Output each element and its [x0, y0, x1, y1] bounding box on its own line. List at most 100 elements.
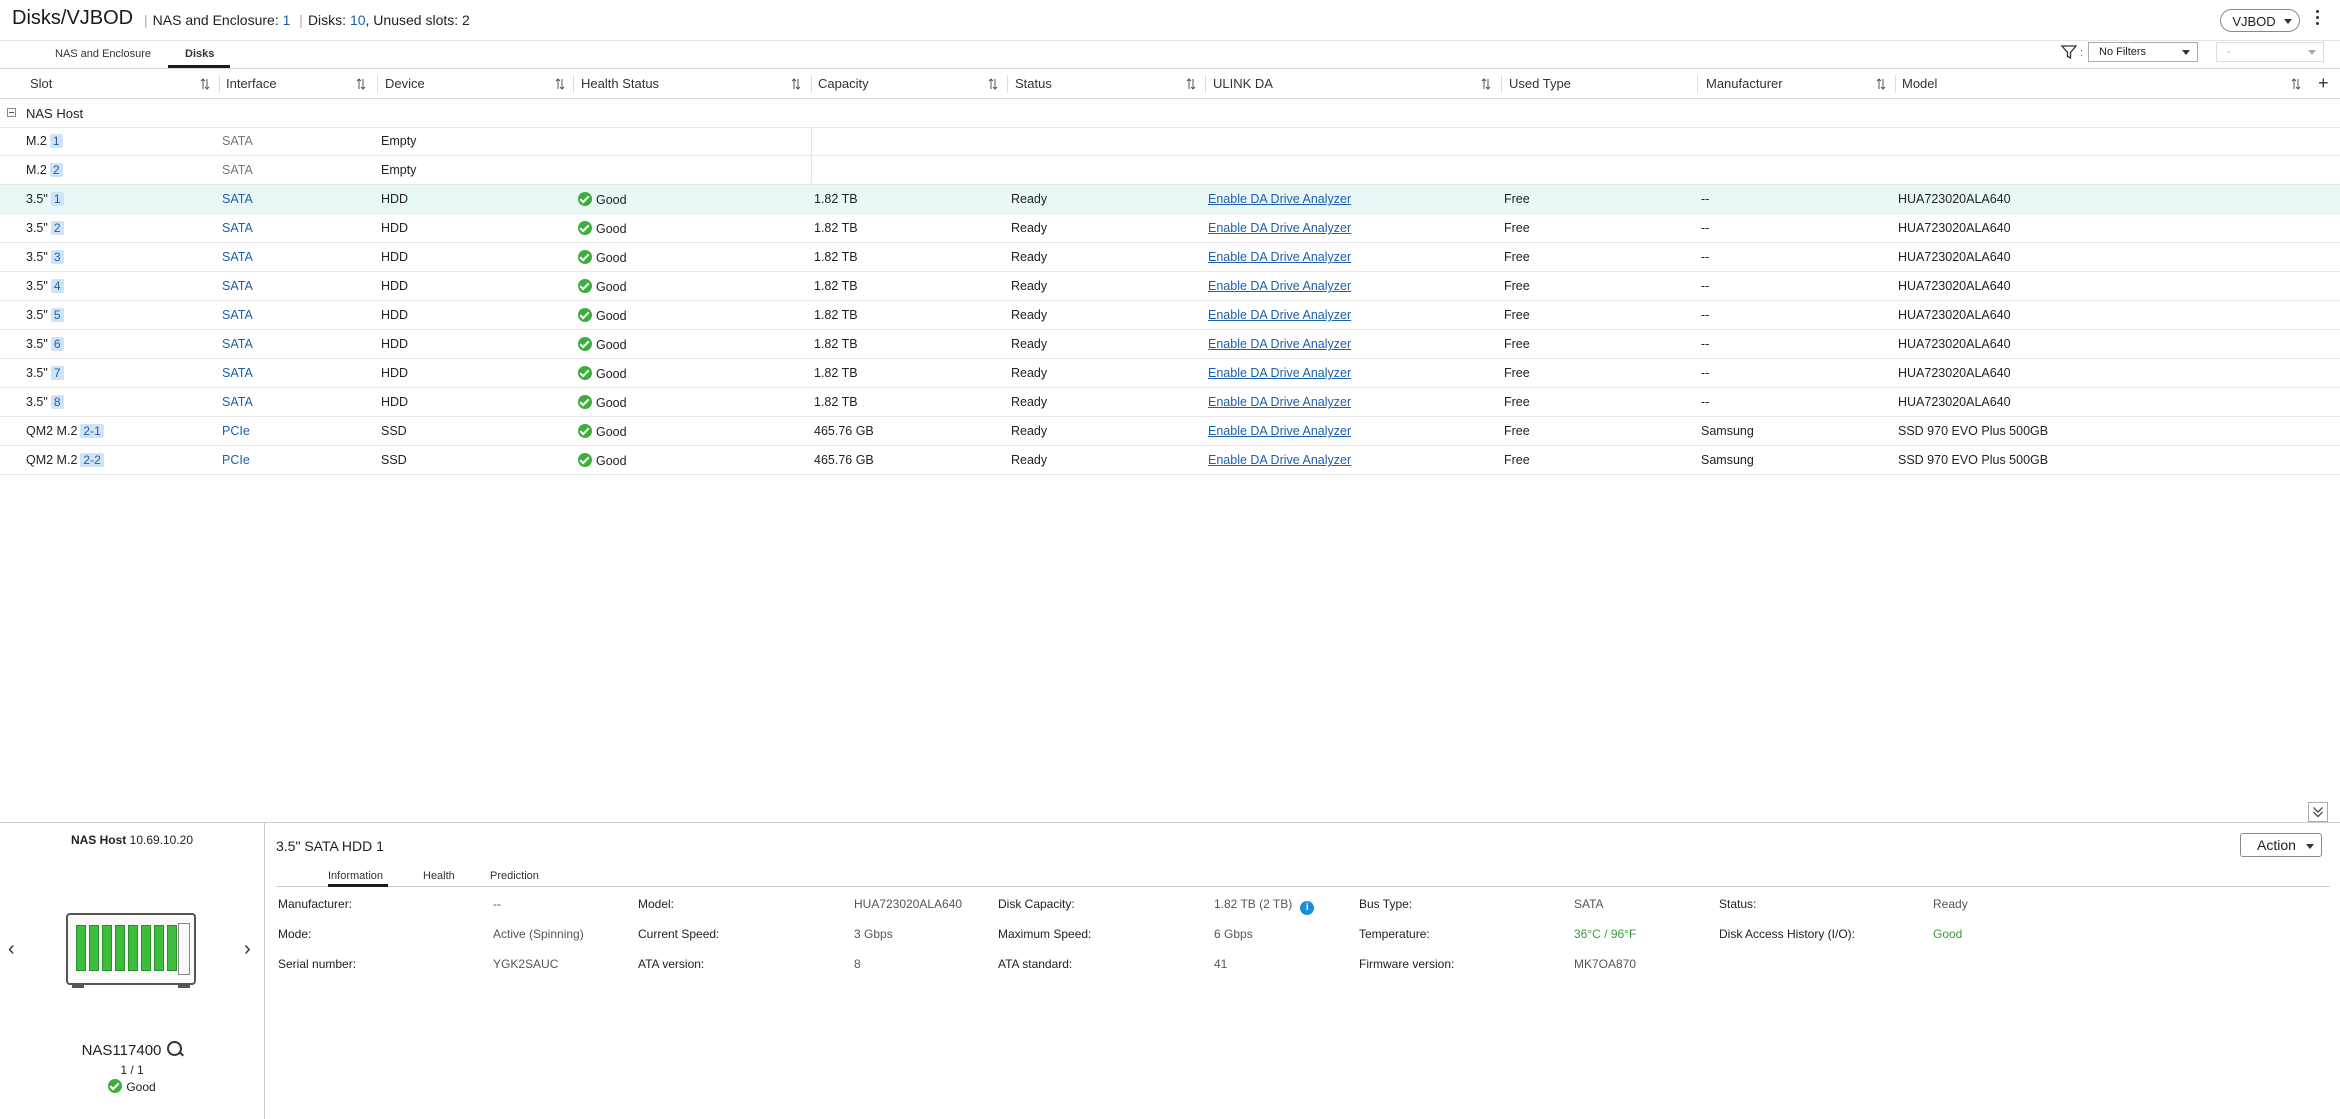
sort-icon[interactable] [1186, 78, 1196, 90]
enable-da-link[interactable]: Enable DA Drive Analyzer [1208, 279, 1351, 293]
drive-bay[interactable] [89, 925, 99, 971]
sort-icon[interactable] [1481, 78, 1491, 90]
detail-title: 3.5" SATA HDD 1 [276, 838, 384, 854]
health-cell: Good [578, 395, 627, 410]
device-foot [72, 984, 84, 988]
table-row[interactable]: 3.5" 6 SATA HDD Good 1.82 TB Ready Enable DA Dr… [0, 330, 2340, 359]
nas-device-image[interactable] [66, 913, 196, 988]
filter-icon[interactable] [2060, 43, 2078, 61]
info-icon[interactable]: i [1300, 901, 1315, 915]
sort-icon[interactable] [555, 78, 565, 90]
sort-icon[interactable] [2291, 78, 2301, 90]
table-row[interactable]: QM2 M.2 2-1 PCIe SSD Good 465.76 GB Ready Enabl… [0, 417, 2340, 446]
table-row[interactable]: 3.5" 4 SATA HDD Good 1.82 TB Ready Enable DA Dr… [0, 272, 2340, 301]
zoom-in-icon[interactable] [167, 1041, 183, 1056]
column-header-status[interactable]: Status [1015, 70, 1052, 98]
nas-name-label: NAS117400 [81, 1042, 162, 1059]
column-divider[interactable] [573, 75, 574, 93]
table-row[interactable]: 3.5" 2 SATA HDD Good 1.82 TB Ready Enable DA Dr… [0, 214, 2340, 243]
column-header-ulink-da[interactable]: ULINK DA [1213, 70, 1273, 98]
column-divider[interactable] [1697, 75, 1698, 93]
secondary-filter-dropdown[interactable]: - [2216, 42, 2324, 62]
enable-da-link[interactable]: Enable DA Drive Analyzer [1208, 366, 1351, 380]
tab-prediction[interactable]: Prediction [490, 870, 539, 882]
enable-da-link[interactable]: Enable DA Drive Analyzer [1208, 308, 1351, 322]
table-row[interactable]: 3.5" 1 SATA HDD Good 1.82 TB Ready Enable DA Dr… [0, 185, 2340, 214]
drive-bay[interactable] [154, 925, 164, 971]
table-row[interactable]: M.2 1 SATA Empty [0, 127, 2340, 156]
manufacturer-cell: Samsung [1701, 453, 1754, 467]
action-button[interactable]: Action [2240, 833, 2322, 857]
disks-count[interactable]: 10 [350, 12, 366, 28]
nas-status-label: Good [126, 1080, 156, 1094]
enable-da-link[interactable]: Enable DA Drive Analyzer [1208, 395, 1351, 409]
drive-bay[interactable] [128, 925, 138, 971]
nas-count[interactable]: 1 [283, 12, 291, 28]
column-header-capacity[interactable]: Capacity [818, 70, 869, 98]
enable-da-link[interactable]: Enable DA Drive Analyzer [1208, 250, 1351, 264]
column-divider[interactable] [219, 75, 220, 93]
capacity-cell: 1.82 TB [814, 192, 858, 206]
add-column-icon[interactable]: + [2318, 73, 2329, 94]
info-label: ATA standard: [998, 957, 1073, 971]
column-divider[interactable] [1205, 75, 1206, 93]
column-header-manufacturer[interactable]: Manufacturer [1706, 70, 1783, 98]
column-divider[interactable] [1501, 75, 1502, 93]
sort-icon[interactable] [356, 78, 366, 90]
enable-da-link[interactable]: Enable DA Drive Analyzer [1208, 192, 1351, 206]
slot-prefix: 3.5" [26, 366, 48, 380]
enable-da-link[interactable]: Enable DA Drive Analyzer [1208, 221, 1351, 235]
column-divider[interactable] [1895, 75, 1896, 93]
drive-bay[interactable] [167, 925, 177, 971]
health-cell: Good [578, 424, 627, 439]
table-row[interactable]: 3.5" 3 SATA HDD Good 1.82 TB Ready Enable DA Dr… [0, 243, 2340, 272]
model-cell: SSD 970 EVO Plus 500GB [1898, 453, 2049, 467]
drive-bay[interactable] [102, 925, 112, 971]
drive-bay[interactable] [141, 925, 151, 971]
enable-da-link[interactable]: Enable DA Drive Analyzer [1208, 337, 1351, 351]
sort-icon[interactable] [988, 78, 998, 90]
tab-health[interactable]: Health [423, 870, 455, 882]
slot-number-badge: 4 [50, 279, 64, 293]
column-divider[interactable] [377, 75, 378, 93]
unused-label: , Unused slots: [365, 12, 459, 28]
collapse-icon[interactable] [7, 108, 16, 117]
tab-nas-and-enclosure[interactable]: NAS and Enclosure [55, 48, 151, 60]
panel-divider[interactable] [0, 822, 2340, 823]
column-header-health-status[interactable]: Health Status [581, 70, 659, 98]
sort-icon[interactable] [1876, 78, 1886, 90]
chevron-left-icon[interactable]: ‹ [8, 938, 15, 961]
drive-bay[interactable] [115, 925, 125, 971]
column-header-used-type[interactable]: Used Type [1509, 70, 1571, 98]
info-value-text: 36°C / 96°F [1574, 927, 1637, 941]
tab-information[interactable]: Information [328, 870, 383, 882]
vjbod-label: VJBOD [2232, 14, 2276, 29]
filter-selected-value: No Filters [2099, 46, 2147, 58]
enable-da-link[interactable]: Enable DA Drive Analyzer [1208, 424, 1351, 438]
enable-da-link[interactable]: Enable DA Drive Analyzer [1208, 453, 1351, 467]
sort-icon[interactable] [791, 78, 801, 90]
sort-icon[interactable] [200, 78, 210, 90]
table-row[interactable]: 3.5" 5 SATA HDD Good 1.82 TB Ready Enable DA Dr… [0, 301, 2340, 330]
slot-prefix: 3.5" [26, 337, 48, 351]
interface-cell: SATA [222, 395, 253, 409]
device-cell: SSD [381, 424, 407, 438]
table-row[interactable]: M.2 2 SATA Empty [0, 156, 2340, 185]
column-header-model[interactable]: Model [1902, 70, 1937, 98]
column-header-device[interactable]: Device [385, 70, 425, 98]
drive-bay[interactable] [76, 925, 86, 971]
group-row-nas-host[interactable]: NAS Host [0, 99, 2340, 128]
table-row[interactable]: 3.5" 7 SATA HDD Good 1.82 TB Ready Enable DA Dr… [0, 359, 2340, 388]
filter-dropdown[interactable]: No Filters [2088, 42, 2198, 62]
table-row[interactable]: 3.5" 8 SATA HDD Good 1.82 TB Ready Enable DA Dr… [0, 388, 2340, 417]
table-row[interactable]: QM2 M.2 2-2 PCIe SSD Good 465.76 GB Ready Enabl… [0, 446, 2340, 475]
vjbod-dropdown-button[interactable]: VJBOD [2220, 9, 2300, 32]
column-header-slot[interactable]: Slot [30, 70, 52, 98]
collapse-panel-icon[interactable] [2308, 802, 2328, 822]
tab-disks[interactable]: Disks [185, 48, 214, 60]
chevron-right-icon[interactable]: › [244, 938, 251, 961]
more-options-icon[interactable] [2316, 10, 2320, 28]
column-header-interface[interactable]: Interface [226, 70, 277, 98]
column-divider[interactable] [1007, 75, 1008, 93]
column-divider[interactable] [811, 75, 812, 93]
